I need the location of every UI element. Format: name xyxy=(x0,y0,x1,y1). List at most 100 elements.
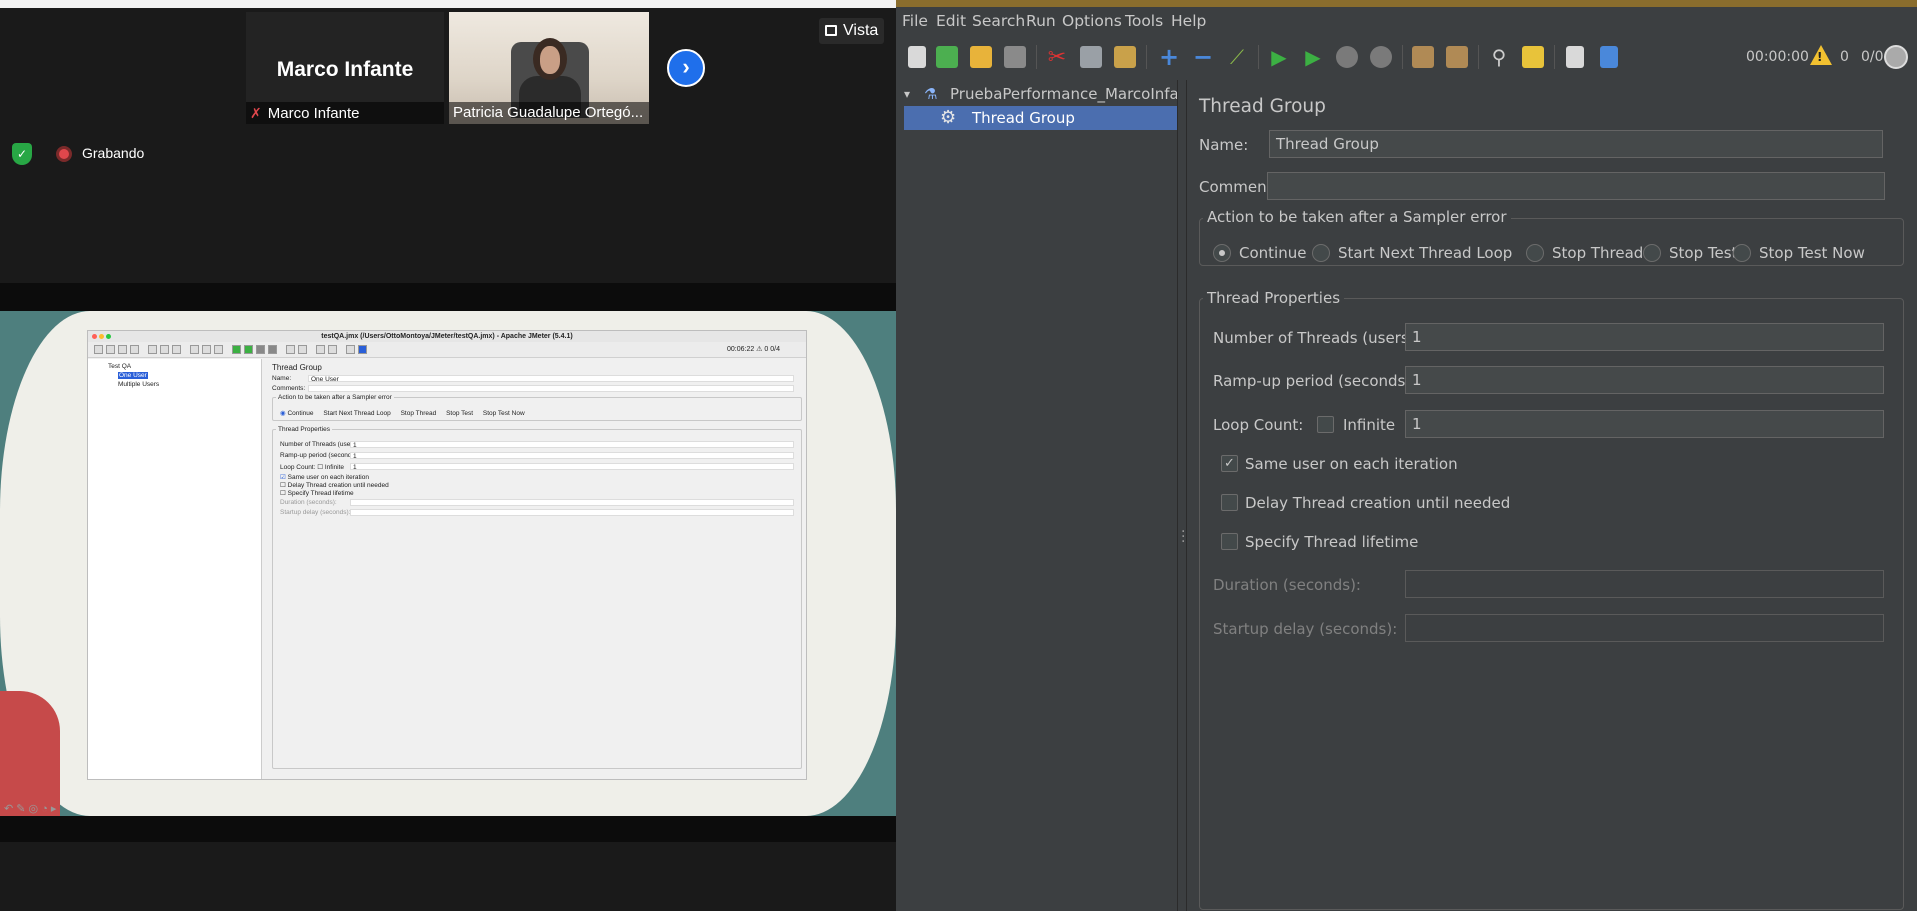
menu-run[interactable]: Run xyxy=(1026,12,1056,30)
expand-icon[interactable]: + xyxy=(1154,43,1184,71)
loop-count-field[interactable]: 1 xyxy=(1405,410,1884,438)
duration-field[interactable] xyxy=(1405,570,1884,598)
jmeter-window: File Edit Search Run Options Tools Help … xyxy=(896,0,1917,911)
record-icon[interactable] xyxy=(56,146,72,162)
action-next-loop-radio[interactable] xyxy=(1312,244,1330,262)
tree-item-test-plan[interactable]: ▾ ⚗ PruebaPerformance_MarcoInfante.jmx xyxy=(896,82,1177,106)
shared-same-user-row: ☑ Same user on each iteration xyxy=(280,474,369,481)
action-continue-radio[interactable] xyxy=(1213,244,1231,262)
globe-icon[interactable] xyxy=(1884,45,1908,69)
paste-icon[interactable] xyxy=(1110,43,1140,71)
shared-window-title-text: testQA.jmx (/Users/OttoMontoya/JMeter/te… xyxy=(321,333,573,340)
test-plan-tree: ▾ ⚗ PruebaPerformance_MarcoInfante.jmx ⚙… xyxy=(896,80,1177,911)
threads-label: Number of Threads (users): xyxy=(1213,329,1420,347)
shared-action-legend: Action to be taken after a Sampler error xyxy=(276,394,394,401)
splitter-handle[interactable]: · · · xyxy=(1177,80,1187,911)
tree-item-thread-group[interactable]: ⚙ Thread Group xyxy=(904,106,1177,130)
thread-lifetime-checkbox[interactable] xyxy=(1221,533,1238,550)
action-stop-thread-label: Stop Thread xyxy=(1552,244,1644,262)
clear-icon[interactable] xyxy=(1408,43,1438,71)
templates-icon[interactable] xyxy=(932,43,962,71)
view-label: Vista xyxy=(843,22,879,39)
delay-thread-checkbox[interactable] xyxy=(1221,494,1238,511)
clear-all-icon[interactable] xyxy=(1442,43,1472,71)
duration-label: Duration (seconds): xyxy=(1213,576,1361,594)
toolbar-separator xyxy=(1402,45,1403,69)
chevron-down-icon[interactable]: ▾ xyxy=(904,82,910,106)
action-stop-test-now-label: Stop Test Now xyxy=(1759,244,1865,262)
action-stop-test-label: Stop Test xyxy=(1669,244,1738,262)
shared-form-heading: Thread Group xyxy=(272,363,322,372)
same-user-checkbox[interactable]: ✓ xyxy=(1221,455,1238,472)
participant-tile-marco[interactable]: Marco Infante ✗ Marco Infante xyxy=(246,12,444,124)
shared-tree-item-selected: One User xyxy=(118,372,148,379)
shared-status: 00:06:22 ⚠ 0 0/4 xyxy=(726,346,780,353)
same-user-label: Same user on each iteration xyxy=(1245,455,1458,473)
reset-search-icon[interactable] xyxy=(1518,43,1548,71)
shared-window-title: testQA.jmx (/Users/OttoMontoya/JMeter/te… xyxy=(88,331,806,342)
shared-duration-row: Duration (seconds): xyxy=(280,499,794,506)
menu-file[interactable]: File xyxy=(902,12,928,30)
shield-icon[interactable]: ✓ xyxy=(12,143,32,165)
cut-icon[interactable]: ✂ xyxy=(1042,43,1072,71)
action-continue-label: Continue xyxy=(1239,244,1307,262)
comments-field[interactable] xyxy=(1267,172,1885,200)
startup-delay-field[interactable] xyxy=(1405,614,1884,642)
video-person-face xyxy=(540,46,560,74)
start-no-pauses-icon[interactable]: ▶ xyxy=(1298,43,1328,71)
threads-field[interactable]: 1 xyxy=(1405,323,1884,351)
menu-tools[interactable]: Tools xyxy=(1125,12,1163,30)
tree-item-label: PruebaPerformance_MarcoInfante.jmx xyxy=(950,85,1177,103)
shared-props-legend: Thread Properties xyxy=(276,426,333,433)
search-icon[interactable]: ⚲ xyxy=(1484,43,1514,71)
form-heading: Thread Group xyxy=(1199,96,1326,117)
menu-edit[interactable]: Edit xyxy=(936,12,966,30)
menu-options[interactable]: Options xyxy=(1062,12,1122,30)
warning-mark: ! xyxy=(1817,50,1823,64)
infinite-checkbox[interactable] xyxy=(1317,416,1334,433)
participant-name-big: Marco Infante xyxy=(276,58,414,81)
copy-icon[interactable] xyxy=(1076,43,1106,71)
shared-name-row: Name: One User xyxy=(272,375,794,383)
shutdown-icon[interactable] xyxy=(1366,43,1396,71)
annotation-toolbar[interactable]: ↶ ✎ ◎ ◔ ▸ xyxy=(4,802,56,815)
collapse-icon[interactable]: − xyxy=(1188,43,1218,71)
shared-lifetime-row: ☐ Specify Thread lifetime xyxy=(280,490,354,497)
action-stop-thread-radio[interactable] xyxy=(1526,244,1544,262)
thread-lifetime-label: Specify Thread lifetime xyxy=(1245,533,1419,551)
toolbar: ✂ + − ⟋ ▶ ▶ ⚲ 00:00:00 ! 0 0/0 xyxy=(896,37,1917,77)
zoom-window: Marco Infante ✗ Marco Infante Patricia Gu… xyxy=(0,0,896,911)
menu-help[interactable]: Help xyxy=(1171,12,1206,30)
shared-tree-item: Multiple Users xyxy=(118,381,160,388)
active-threads: 0/0 xyxy=(1861,49,1884,65)
tree-item-label: Thread Group xyxy=(972,109,1075,127)
thread-properties-legend: Thread Properties xyxy=(1203,289,1345,307)
open-icon[interactable] xyxy=(966,43,996,71)
participant-label-text: Marco Infante xyxy=(267,105,360,122)
save-icon[interactable] xyxy=(1000,43,1030,71)
action-stop-test-radio[interactable] xyxy=(1643,244,1661,262)
action-stop-test-now-radio[interactable] xyxy=(1733,244,1751,262)
window-accent-bar xyxy=(896,0,1917,7)
new-icon[interactable] xyxy=(902,43,932,71)
participant-tile-patricia[interactable]: Patricia Guadalupe Ortegó... xyxy=(449,12,649,124)
rampup-label: Ramp-up period (seconds): xyxy=(1213,372,1417,390)
toolbar-separator xyxy=(1554,45,1555,69)
shared-jmeter-window: testQA.jmx (/Users/OttoMontoya/JMeter/te… xyxy=(87,330,807,780)
rampup-field[interactable]: 1 xyxy=(1405,366,1884,394)
next-arrow-icon[interactable]: › xyxy=(667,49,705,87)
name-field[interactable]: Thread Group xyxy=(1269,130,1883,158)
toggle-icon[interactable]: ⟋ xyxy=(1222,43,1252,71)
help-icon[interactable] xyxy=(1594,43,1624,71)
view-button[interactable]: Vista xyxy=(819,18,885,44)
action-legend: Action to be taken after a Sampler error xyxy=(1203,208,1511,226)
flask-icon: ⚗ xyxy=(924,85,938,103)
stop-icon[interactable] xyxy=(1332,43,1362,71)
function-helper-icon[interactable] xyxy=(1560,43,1590,71)
shared-delay-row: ☐ Delay Thread creation until needed xyxy=(280,482,389,489)
toolbar-separator xyxy=(1258,45,1259,69)
menu-search[interactable]: Search xyxy=(972,12,1025,30)
shared-desktop-accent xyxy=(0,691,60,816)
start-icon[interactable]: ▶ xyxy=(1264,43,1294,71)
shared-startup-row: Startup delay (seconds): xyxy=(280,509,794,516)
